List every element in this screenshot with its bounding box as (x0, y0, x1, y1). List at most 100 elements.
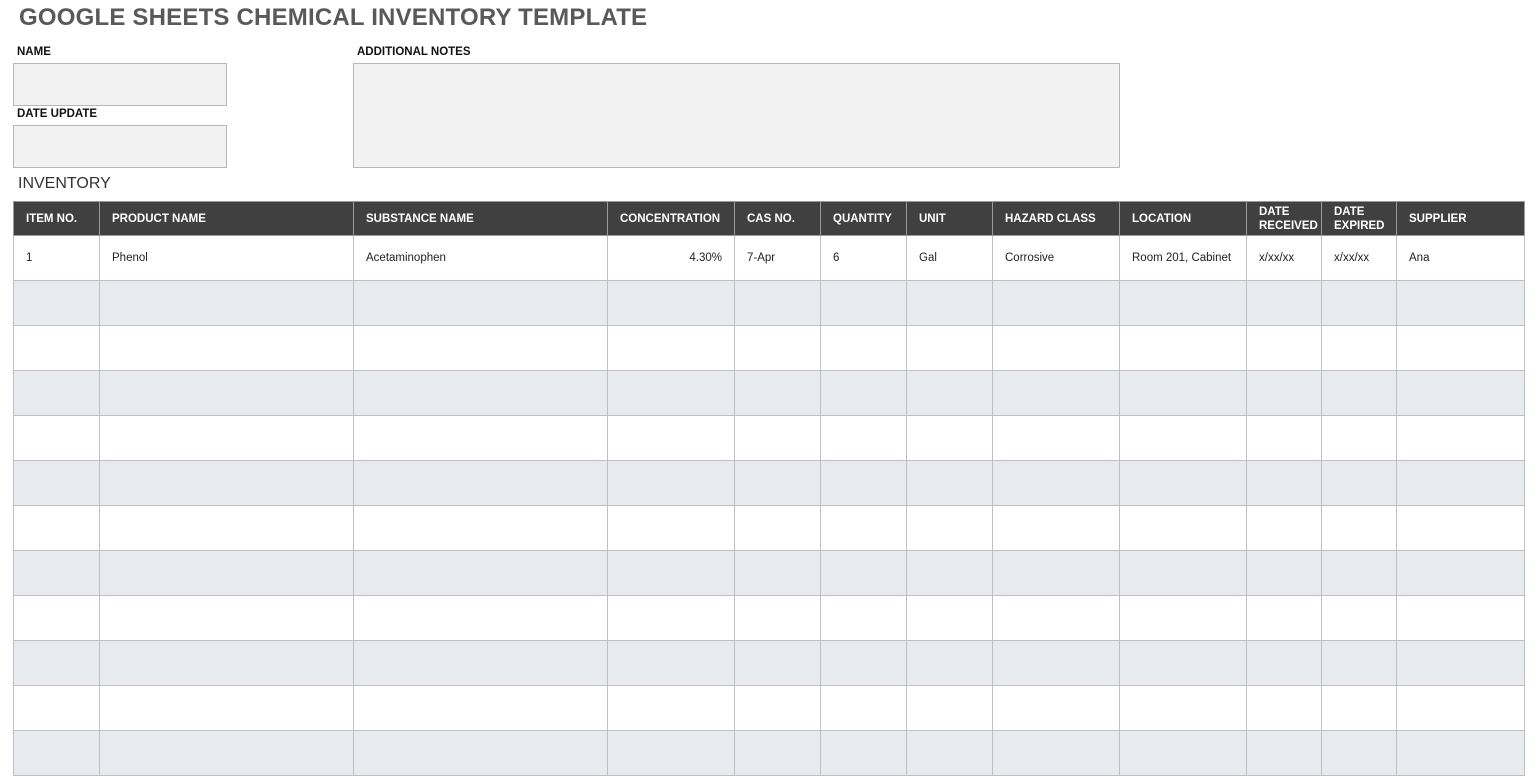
cell-supplier[interactable] (1396, 505, 1525, 551)
cell-product-name[interactable] (99, 595, 354, 641)
cell-date-received[interactable] (1246, 280, 1322, 326)
cell-location[interactable] (1119, 730, 1247, 776)
cell-product-name[interactable] (99, 370, 354, 416)
cell-substance-name[interactable] (353, 280, 608, 326)
cell-unit[interactable] (906, 460, 993, 506)
cell-date-expired[interactable]: x/xx/xx (1321, 235, 1397, 281)
cell-date-expired[interactable] (1321, 730, 1397, 776)
cell-date-received[interactable] (1246, 595, 1322, 641)
cell-item-no[interactable] (13, 280, 100, 326)
cell-date-received[interactable] (1246, 370, 1322, 416)
cell-cas-no[interactable] (734, 505, 821, 551)
cell-item-no[interactable] (13, 325, 100, 371)
cell-hazard-class[interactable] (992, 550, 1120, 596)
cell-product-name[interactable]: Phenol (99, 235, 354, 281)
cell-unit[interactable] (906, 685, 993, 731)
cell-substance-name[interactable] (353, 325, 608, 371)
cell-supplier[interactable] (1396, 685, 1525, 731)
cell-location[interactable] (1119, 505, 1247, 551)
cell-substance-name[interactable] (353, 460, 608, 506)
cell-hazard-class[interactable] (992, 280, 1120, 326)
cell-date-expired[interactable] (1321, 595, 1397, 641)
cell-unit[interactable] (906, 505, 993, 551)
cell-cas-no[interactable] (734, 325, 821, 371)
cell-concentration[interactable] (607, 730, 735, 776)
cell-substance-name[interactable] (353, 505, 608, 551)
cell-substance-name[interactable] (353, 595, 608, 641)
cell-location[interactable] (1119, 370, 1247, 416)
cell-hazard-class[interactable] (992, 730, 1120, 776)
cell-item-no[interactable] (13, 685, 100, 731)
name-field[interactable] (13, 63, 227, 106)
cell-hazard-class[interactable] (992, 595, 1120, 641)
cell-item-no[interactable]: 1 (13, 235, 100, 281)
cell-quantity[interactable] (820, 280, 907, 326)
cell-product-name[interactable] (99, 550, 354, 596)
cell-quantity[interactable] (820, 325, 907, 371)
cell-substance-name[interactable] (353, 370, 608, 416)
cell-date-expired[interactable] (1321, 640, 1397, 686)
cell-concentration[interactable] (607, 370, 735, 416)
cell-unit[interactable] (906, 730, 993, 776)
cell-cas-no[interactable] (734, 280, 821, 326)
cell-date-expired[interactable] (1321, 325, 1397, 371)
cell-supplier[interactable] (1396, 370, 1525, 416)
cell-item-no[interactable] (13, 550, 100, 596)
cell-supplier[interactable]: Ana (1396, 235, 1525, 281)
cell-date-expired[interactable] (1321, 280, 1397, 326)
cell-quantity[interactable] (820, 505, 907, 551)
cell-location[interactable] (1119, 595, 1247, 641)
cell-unit[interactable] (906, 595, 993, 641)
cell-product-name[interactable] (99, 685, 354, 731)
cell-unit[interactable] (906, 640, 993, 686)
cell-unit[interactable] (906, 370, 993, 416)
cell-date-received[interactable]: x/xx/xx (1246, 235, 1322, 281)
cell-quantity[interactable] (820, 640, 907, 686)
cell-date-received[interactable] (1246, 325, 1322, 371)
cell-date-received[interactable] (1246, 415, 1322, 461)
cell-supplier[interactable] (1396, 595, 1525, 641)
cell-quantity[interactable] (820, 460, 907, 506)
cell-unit[interactable] (906, 550, 993, 596)
cell-product-name[interactable] (99, 415, 354, 461)
cell-hazard-class[interactable] (992, 415, 1120, 461)
cell-concentration[interactable] (607, 505, 735, 551)
cell-hazard-class[interactable] (992, 325, 1120, 371)
cell-date-received[interactable] (1246, 505, 1322, 551)
cell-date-expired[interactable] (1321, 685, 1397, 731)
cell-hazard-class[interactable]: Corrosive (992, 235, 1120, 281)
cell-concentration[interactable] (607, 280, 735, 326)
cell-unit[interactable] (906, 415, 993, 461)
cell-date-expired[interactable] (1321, 370, 1397, 416)
cell-concentration[interactable] (607, 685, 735, 731)
cell-date-expired[interactable] (1321, 415, 1397, 461)
cell-supplier[interactable] (1396, 325, 1525, 371)
cell-location[interactable] (1119, 280, 1247, 326)
cell-item-no[interactable] (13, 595, 100, 641)
cell-concentration[interactable] (607, 460, 735, 506)
cell-substance-name[interactable] (353, 730, 608, 776)
cell-quantity[interactable] (820, 595, 907, 641)
cell-date-expired[interactable] (1321, 505, 1397, 551)
cell-concentration[interactable] (607, 595, 735, 641)
cell-location[interactable]: Room 201, Cabinet (1119, 235, 1247, 281)
cell-product-name[interactable] (99, 730, 354, 776)
cell-substance-name[interactable] (353, 550, 608, 596)
cell-hazard-class[interactable] (992, 505, 1120, 551)
cell-date-received[interactable] (1246, 460, 1322, 506)
cell-concentration[interactable]: 4.30% (607, 235, 735, 281)
cell-concentration[interactable] (607, 325, 735, 371)
cell-date-expired[interactable] (1321, 460, 1397, 506)
cell-unit[interactable] (906, 325, 993, 371)
cell-date-received[interactable] (1246, 730, 1322, 776)
cell-supplier[interactable] (1396, 280, 1525, 326)
cell-cas-no[interactable] (734, 730, 821, 776)
cell-quantity[interactable] (820, 730, 907, 776)
date-update-field[interactable] (13, 125, 227, 168)
cell-supplier[interactable] (1396, 640, 1525, 686)
cell-concentration[interactable] (607, 415, 735, 461)
cell-quantity[interactable] (820, 685, 907, 731)
cell-quantity[interactable] (820, 550, 907, 596)
cell-location[interactable] (1119, 325, 1247, 371)
cell-location[interactable] (1119, 685, 1247, 731)
